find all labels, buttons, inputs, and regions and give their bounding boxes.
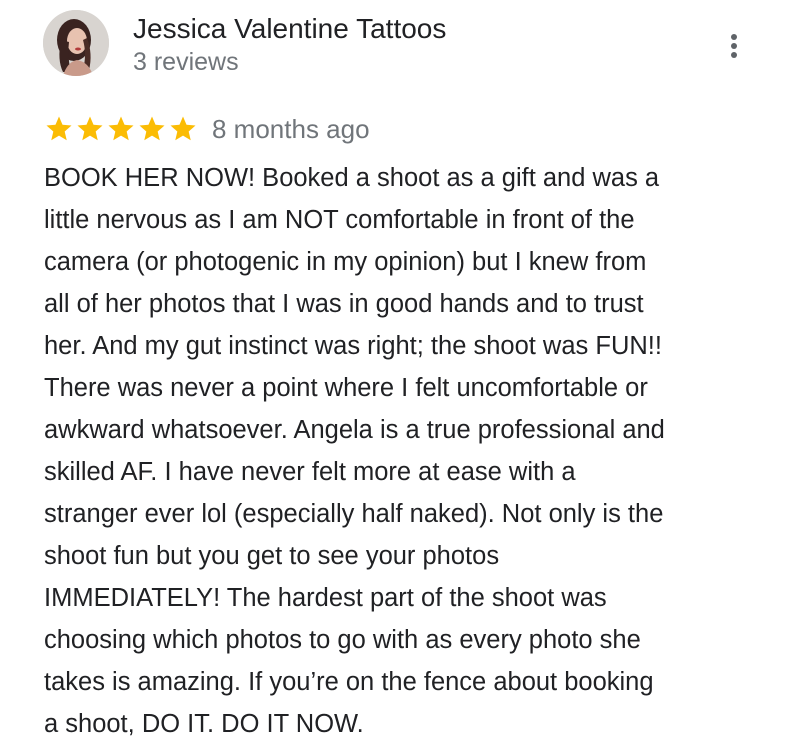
review-text-line: There was never a point where I felt unc… xyxy=(44,374,648,402)
review-text: BOOK HER NOW! Booked a shoot as a gift a… xyxy=(44,157,764,745)
review-text-line: all of her photos that I was in good han… xyxy=(44,290,644,318)
star-icon xyxy=(168,114,198,144)
review-text-line: skilled AF. I have never felt more at ea… xyxy=(44,458,576,486)
star-icon xyxy=(106,114,136,144)
reviewer-name[interactable]: Jessica Valentine Tattoos xyxy=(133,11,446,47)
star-rating xyxy=(44,114,199,144)
rating-row: 8 months ago xyxy=(44,109,370,149)
review-text-line: her. And my gut instinct was right; the … xyxy=(44,332,662,360)
review-text-line: camera (or photogenic in my opinion) but… xyxy=(44,248,647,276)
review-text-line: little nervous as I am NOT comfortable i… xyxy=(44,206,635,234)
star-icon xyxy=(75,114,105,144)
more-options-button[interactable] xyxy=(716,26,752,66)
avatar[interactable] xyxy=(43,10,109,76)
star-icon xyxy=(44,114,74,144)
review-text-line: takes is amazing. If you’re on the fence… xyxy=(44,668,654,696)
review-text-line: shoot fun but you get to see your photos xyxy=(44,542,500,570)
review-date: 8 months ago xyxy=(212,114,370,144)
review-text-line: a shoot, DO IT. DO IT NOW. xyxy=(44,710,364,738)
review-text-line: awkward whatsoever. Angela is a true pro… xyxy=(44,416,665,444)
review-count[interactable]: 3 reviews xyxy=(133,46,239,78)
review-text-line: stranger ever lol (especially half naked… xyxy=(44,500,664,528)
review-text-line: IMMEDIATELY! The hardest part of the sho… xyxy=(44,584,607,612)
star-icon xyxy=(137,114,167,144)
review-text-line: choosing which photos to go with as ever… xyxy=(44,626,641,654)
review-text-line: BOOK HER NOW! Booked a shoot as a gift a… xyxy=(44,164,660,192)
